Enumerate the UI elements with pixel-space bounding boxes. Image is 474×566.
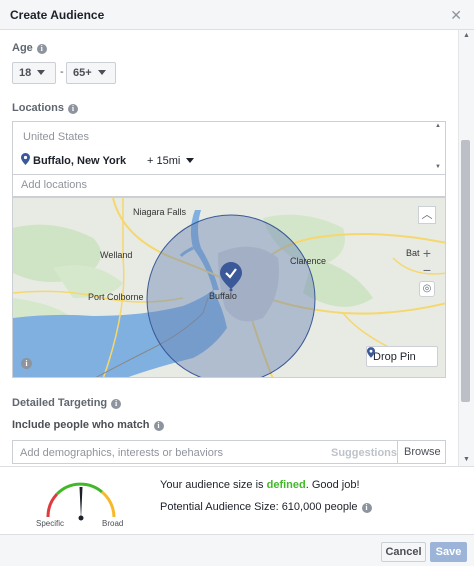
age-min-select[interactable]: 18: [12, 62, 56, 84]
gauge-broad-label: Broad: [102, 519, 124, 528]
location-country: United States: [23, 131, 90, 143]
locations-scrollbar[interactable]: ▲ ▼: [433, 122, 445, 174]
potential-audience-size: Potential Audience Size: 610,000 people i: [160, 501, 372, 513]
scrollbar-thumb[interactable]: [461, 140, 470, 402]
chevron-up-icon[interactable]: ︿: [418, 206, 436, 224]
add-locations-placeholder: Add locations: [21, 179, 88, 191]
radius-select[interactable]: + 15mi: [147, 155, 195, 167]
audience-status-prefix: Your audience size is: [160, 479, 267, 491]
location-map[interactable]: Niagara Falls Welland Port Colborne Buff…: [12, 197, 446, 378]
map-label-niagara-falls: Niagara Falls: [133, 207, 187, 217]
age-label-text: Age: [12, 42, 33, 54]
info-icon[interactable]: i: [111, 399, 122, 409]
pin-icon: [367, 347, 375, 358]
map-info-icon[interactable]: i: [21, 358, 32, 369]
browse-button[interactable]: Browse: [397, 441, 447, 463]
dialog-footer: Cancel Save: [0, 534, 474, 566]
suggestions-button[interactable]: Suggestions: [331, 447, 397, 459]
location-pin-icon: [21, 153, 30, 165]
map-label-buffalo: Buffalo: [209, 291, 237, 301]
map-label-port-colborne: Port Colborne: [88, 292, 144, 302]
audience-status-suffix: . Good job!: [305, 479, 360, 491]
age-max-select[interactable]: 65+: [66, 62, 116, 84]
scroll-down-icon[interactable]: ▼: [463, 456, 470, 463]
locations-list[interactable]: United States Buffalo, New York + 15mi ▲…: [12, 121, 446, 175]
map-label-clarence: Clarence: [290, 256, 327, 266]
location-city[interactable]: Buffalo, New York: [33, 155, 126, 167]
info-icon[interactable]: i: [153, 421, 164, 431]
include-people-label: Include people who match i: [12, 419, 164, 431]
caret-down-icon: [186, 158, 195, 163]
audience-status-value: defined: [266, 479, 306, 491]
zoom-in-button[interactable]: +: [418, 245, 436, 263]
drop-pin-button[interactable]: Drop Pin: [366, 346, 438, 367]
locate-icon[interactable]: ◎: [419, 281, 435, 297]
caret-down-icon: [97, 70, 106, 75]
include-people-text: Include people who match: [12, 419, 150, 431]
detailed-targeting-text: Detailed Targeting: [12, 397, 108, 409]
targeting-placeholder: Add demographics, interests or behaviors: [20, 447, 223, 459]
potential-audience-text: Potential Audience Size: 610,000 people: [160, 501, 358, 513]
detailed-targeting-input[interactable]: Add demographics, interests or behaviors…: [12, 440, 446, 464]
gauge-specific-label: Specific: [36, 519, 65, 528]
age-separator: -: [60, 66, 64, 78]
cancel-button[interactable]: Cancel: [381, 542, 426, 562]
close-icon[interactable]: ✕: [450, 7, 462, 24]
dialog-header: Create Audience ✕: [0, 0, 474, 30]
location-pin-icon[interactable]: [220, 262, 242, 292]
detailed-targeting-label: Detailed Targeting i: [12, 397, 122, 409]
scroll-up-icon[interactable]: ▲: [435, 123, 441, 129]
map-label-welland: Welland: [100, 250, 133, 260]
age-label: Age i: [12, 42, 47, 54]
add-locations-input[interactable]: Add locations: [12, 175, 446, 197]
save-button[interactable]: Save: [430, 542, 467, 562]
info-icon[interactable]: i: [67, 104, 78, 114]
audience-gauge: [46, 482, 116, 521]
dialog-title: Create Audience: [10, 8, 105, 22]
zoom-out-button[interactable]: −: [418, 262, 436, 280]
radius-value: + 15mi: [147, 155, 181, 167]
age-min-value: 18: [19, 67, 32, 79]
info-icon[interactable]: i: [36, 44, 47, 54]
audience-status: Your audience size is defined. Good job!: [160, 479, 360, 491]
locations-label-text: Locations: [12, 102, 64, 114]
caret-down-icon: [37, 70, 46, 75]
info-icon[interactable]: i: [361, 503, 372, 513]
drop-pin-label: Drop Pin: [373, 351, 416, 363]
scroll-down-icon[interactable]: ▼: [435, 164, 441, 170]
age-max-value: 65+: [73, 67, 92, 79]
locations-label: Locations i: [12, 102, 78, 114]
scroll-up-icon[interactable]: ▲: [463, 32, 470, 39]
